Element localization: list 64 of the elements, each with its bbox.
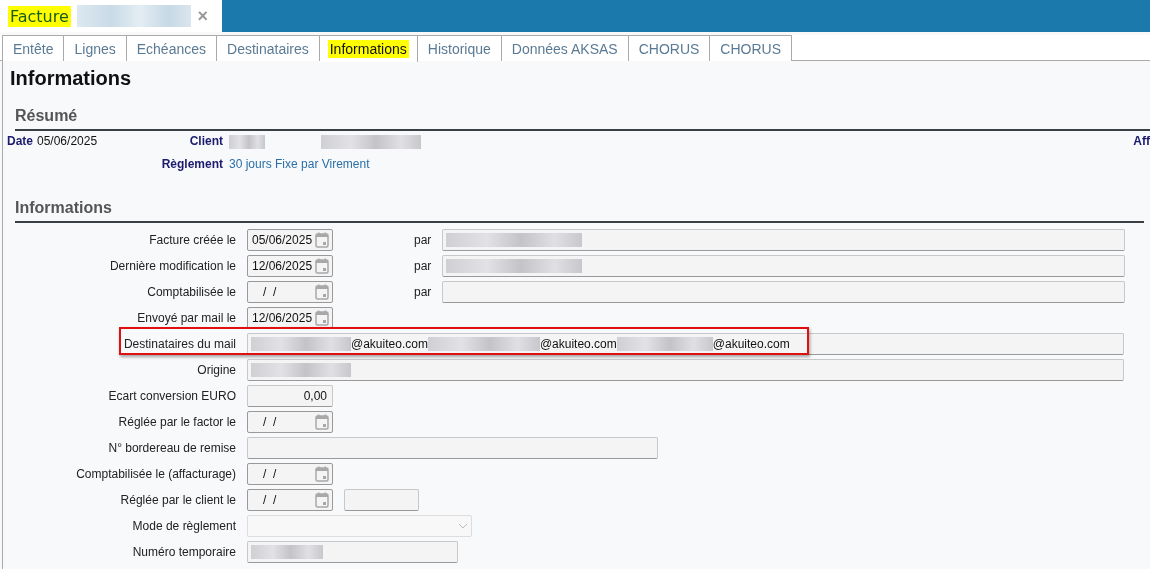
field-label: Date [7,134,33,149]
field-label: Dernière modification le [108,258,237,273]
calendar-icon [315,257,329,274]
text-field[interactable] [247,358,1124,381]
tab[interactable]: Historique [417,35,502,61]
field-label: Mode de règlement [131,518,237,533]
blurred-block [229,134,265,149]
date-field[interactable]: 05/06/2025 [247,228,333,251]
field-label: Aff [1133,134,1150,149]
field-label: Facture créée le [148,232,237,247]
field-label: par [414,258,433,273]
field-label: Comptabilisée le [146,284,237,299]
section-heading: Informations [15,198,1144,223]
tab[interactable]: Données AKSAS [501,35,629,61]
field-label: N° bordereau de remise [107,440,237,455]
field-label: Comptabilisée le (affacturage) [75,466,237,481]
field-label: Réglée par le client le [119,492,237,507]
tab[interactable]: CHORUS [628,35,711,61]
field-label: Réglée par le factor le [117,414,237,429]
field-value: 05/06/2025 [37,134,98,149]
text-field[interactable] [344,488,419,511]
email-domain: @akuiteo.com [351,336,428,351]
text-field[interactable] [247,436,658,459]
date-field[interactable]: / / [247,462,333,485]
tab[interactable]: Destinataires [217,35,320,61]
text-field[interactable] [247,540,458,563]
payment-link[interactable]: 30 jours Fixe par Virement [229,156,1134,171]
calendar-icon [315,413,329,430]
date-field[interactable]: 12/06/2025 [247,254,333,277]
field-label: Ecart conversion EURO [107,388,237,403]
date-field[interactable]: / / [247,280,333,303]
field-label: par [414,232,433,247]
page-title: Informations [9,66,133,91]
calendar-icon [315,283,329,300]
date-field[interactable]: 12/06/2025 [247,306,333,329]
window-title: Facture [8,5,71,27]
date-field[interactable]: / / [247,488,333,511]
section-heading: Résumé [15,107,1150,131]
calendar-icon [315,231,329,248]
tab[interactable]: Lignes [64,35,127,61]
text-field[interactable] [442,280,1125,303]
blurred-block [251,544,323,559]
field-label: Destinataires du mail [122,336,237,351]
text-field[interactable] [442,228,1125,251]
email-domain: @akuiteo.com [712,336,790,351]
field-label: Numéro temporaire [131,544,237,559]
tab[interactable]: CHORUS [710,35,792,61]
field-label: Règlement [160,156,224,171]
chevron-down-icon [458,522,468,529]
field-label: Client [188,134,224,149]
email-domain: @akuiteo.com [539,336,617,351]
date-field[interactable]: / / [247,410,333,433]
tab[interactable]: Echéances [126,35,218,61]
tab[interactable]: Informations [319,35,418,62]
tab[interactable]: Entête [2,35,65,61]
field-label: Envoyé par mail le [136,310,237,325]
calendar-icon [315,491,329,508]
amount-field[interactable]: 0,00 [247,384,333,407]
email-field[interactable]: @akuiteo.com @akuiteo.com @akuiteo.com [247,332,1124,355]
field-label: Origine [196,362,237,377]
calendar-icon [315,465,329,482]
text-field[interactable] [442,254,1125,277]
field-label: par [414,284,433,299]
calendar-icon [315,309,329,326]
